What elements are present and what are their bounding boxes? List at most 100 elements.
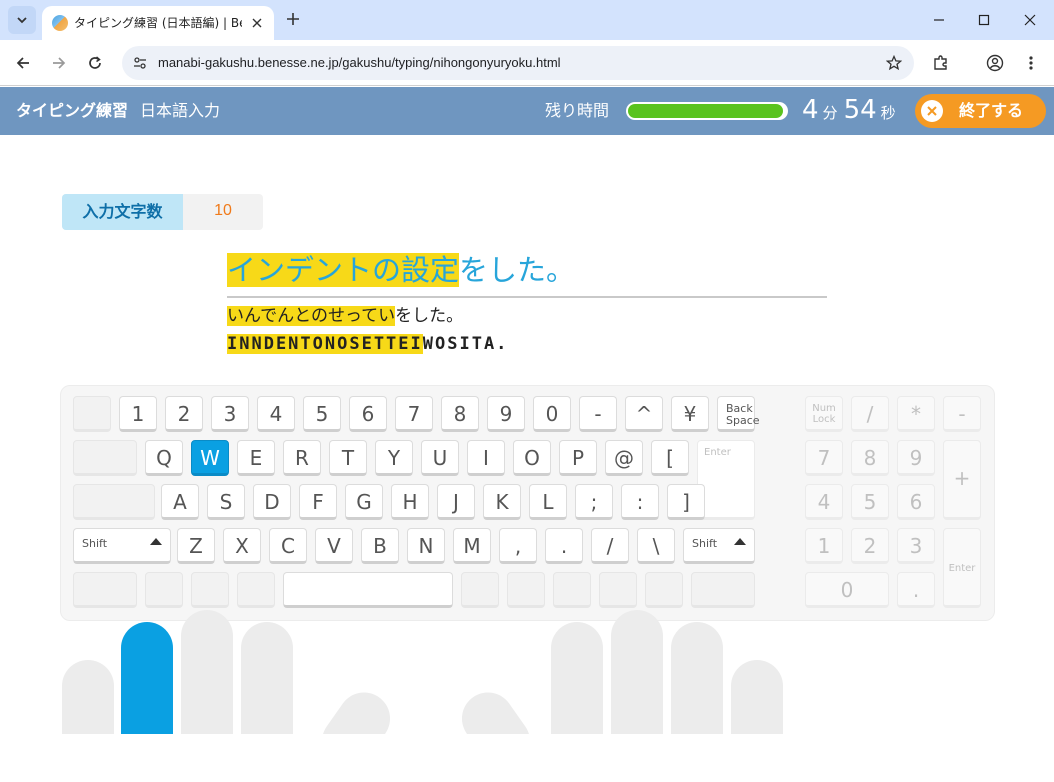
address-bar[interactable]: manabi-gakushu.benesse.ne.jp/gakushu/typ…	[122, 46, 914, 80]
key-a: A	[161, 484, 199, 520]
key-num-plus: +	[943, 440, 981, 520]
timer-minutes: 4	[802, 95, 819, 125]
key-q: Q	[145, 440, 183, 476]
key-enter: Enter	[697, 440, 755, 520]
key-blank-right	[691, 572, 755, 608]
finger-left-index	[241, 622, 293, 734]
back-button[interactable]	[10, 50, 36, 76]
char-count-label: 入力文字数	[62, 194, 183, 230]
key-shift-right: Shift	[683, 528, 755, 564]
maximize-icon	[978, 14, 990, 26]
maximize-button[interactable]	[972, 8, 996, 32]
benesse-favicon-icon	[52, 15, 68, 31]
reading-remaining-part: をした。	[395, 306, 464, 326]
key-backspace: Back Space	[717, 396, 760, 432]
shift-arrow-icon	[150, 538, 162, 545]
key-caps	[73, 484, 155, 520]
key-w: W	[191, 440, 229, 476]
char-count-box: 入力文字数 10	[62, 194, 263, 230]
key-ctrl	[73, 572, 137, 608]
key-period: .	[545, 528, 583, 564]
time-remaining-label: 残り時間	[545, 101, 610, 120]
browser-menu-button[interactable]	[1018, 50, 1044, 76]
extensions-button[interactable]	[928, 50, 954, 76]
key-z: Z	[177, 528, 215, 564]
key-h: H	[391, 484, 429, 520]
star-icon	[886, 55, 902, 71]
romaji-typed-part: INNDENTONOSETTEI	[227, 334, 423, 354]
key-num-8: 8	[851, 440, 889, 476]
minimize-button[interactable]	[927, 8, 951, 32]
sentence-typed-part: インデントの設定	[227, 253, 460, 287]
app-title: タイピング練習	[16, 101, 129, 120]
end-button[interactable]: 終了する	[915, 94, 1046, 128]
key-c: C	[269, 528, 307, 564]
char-count-value: 10	[214, 202, 232, 219]
close-icon	[252, 18, 262, 28]
key-num-6: 6	[897, 484, 935, 520]
key-num-slash: /	[851, 396, 889, 432]
key-num-1: 1	[805, 528, 843, 564]
profile-button[interactable]	[982, 50, 1008, 76]
sentence-divider	[227, 296, 827, 298]
finger-right-ring	[671, 622, 723, 734]
timer-minutes-unit: 分	[822, 104, 838, 122]
finger-left-ring	[121, 622, 173, 734]
key-9: 9	[487, 396, 525, 432]
key-t: T	[329, 440, 367, 476]
arrow-right-icon	[53, 57, 66, 69]
key-henkan	[461, 572, 499, 608]
bookmark-button[interactable]	[884, 53, 904, 73]
key-p: P	[559, 440, 597, 476]
key-f: F	[299, 484, 337, 520]
tune-icon	[134, 57, 146, 69]
key-7: 7	[395, 396, 433, 432]
key-ctrl-right	[645, 572, 683, 608]
key-num-3: 3	[897, 528, 935, 564]
new-tab-button[interactable]	[282, 8, 304, 30]
url-text: manabi-gakushu.benesse.ne.jp/gakushu/typ…	[158, 55, 561, 70]
on-screen-keyboard: 1 2 3 4 5 6 7 8 9 0- ^ ¥ Back Space Q W E R T Y U I O P @[Enter…	[60, 385, 995, 621]
finger-left-middle	[181, 610, 233, 734]
close-icon	[1024, 14, 1036, 26]
countdown-timer: 4 分 54 秒	[802, 93, 902, 127]
reload-button[interactable]	[82, 50, 108, 76]
key-alt-right	[553, 572, 591, 608]
key-v: V	[315, 528, 353, 564]
tab-search-button[interactable]	[8, 6, 36, 34]
key-shift-left: Shift	[73, 528, 171, 564]
site-info-button[interactable]	[130, 53, 150, 73]
key-blank	[73, 396, 111, 432]
key-e: E	[237, 440, 275, 476]
key-3: 3	[211, 396, 249, 432]
key-num-asterisk: *	[897, 396, 935, 432]
key-y: Y	[375, 440, 413, 476]
key-b: B	[361, 528, 399, 564]
key-num-minus: -	[943, 396, 981, 432]
reload-icon	[89, 56, 101, 69]
window-close-button[interactable]	[1018, 8, 1042, 32]
browser-tab[interactable]: タイピング練習 (日本語編) | Bene	[42, 6, 274, 40]
key-r: R	[283, 440, 321, 476]
close-icon	[921, 100, 943, 122]
timer-seconds: 54	[843, 95, 877, 125]
key-num-7: 7	[805, 440, 843, 476]
sentence-remaining-part: をした。	[459, 253, 576, 287]
key-u: U	[421, 440, 459, 476]
key-n: N	[407, 528, 445, 564]
key-x: X	[223, 528, 261, 564]
app-header: タイピング練習 日本語入力 残り時間 4 分 54 秒 終了する	[0, 87, 1054, 135]
tab-close-button[interactable]	[248, 14, 266, 32]
key-k: K	[483, 484, 521, 520]
key-8: 8	[441, 396, 479, 432]
key-menu	[599, 572, 637, 608]
key-kana	[507, 572, 545, 608]
romaji-remaining-part: WOSITA.	[422, 334, 509, 354]
account-icon	[986, 54, 1004, 72]
tab-title: タイピング練習 (日本語編) | Bene	[74, 16, 242, 30]
forward-button[interactable]	[46, 50, 72, 76]
kana-reading: いんでんとのせっていをした。	[227, 304, 463, 328]
key-semicolon: ;	[575, 484, 613, 520]
key-tab	[73, 440, 137, 476]
key-num-0: 0	[805, 572, 889, 608]
